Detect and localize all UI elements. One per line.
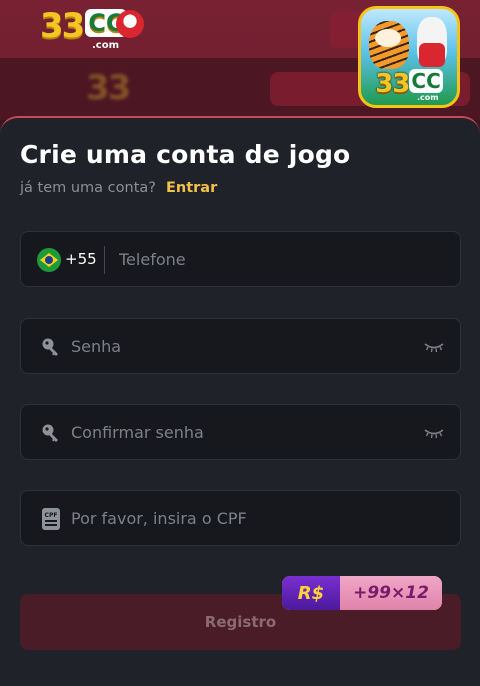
country-code[interactable]: +55: [65, 250, 97, 268]
background-logo-blurred: 33: [86, 68, 131, 108]
login-link[interactable]: Entrar: [166, 180, 217, 196]
divider: [104, 246, 105, 274]
eye-closed-icon[interactable]: [424, 341, 444, 353]
tiger-face: [375, 29, 401, 47]
app-icon[interactable]: 33 CC .com: [358, 6, 460, 108]
phone-input[interactable]: [119, 232, 439, 286]
login-prompt: já tem uma conta? Entrar: [20, 180, 217, 196]
password-input[interactable]: [71, 319, 411, 373]
key-icon: [42, 424, 58, 442]
rabbit-suit: [419, 43, 445, 67]
brazil-flag-icon[interactable]: [37, 248, 61, 272]
eye-closed-icon[interactable]: [424, 427, 444, 439]
santa-hat-icon: [116, 10, 144, 38]
page-title: Crie uma conta de jogo: [20, 140, 351, 169]
confirm-password-field: [20, 404, 461, 460]
password-field: [20, 318, 461, 374]
phone-field: +55: [20, 231, 461, 287]
key-icon: [42, 338, 58, 356]
register-sheet: Crie uma conta de jogo já tem uma conta?…: [0, 116, 480, 686]
cpf-field: CPF: [20, 490, 461, 546]
bonus-currency: R$: [282, 576, 340, 610]
brand-logo: 33 CC .com: [40, 6, 127, 51]
bonus-amount: +99×12: [340, 576, 442, 610]
cpf-card-icon: CPF: [42, 508, 60, 530]
bonus-badge: R$ +99×12: [282, 576, 442, 610]
confirm-password-input[interactable]: [71, 405, 411, 459]
login-prompt-text: já tem uma conta?: [20, 180, 156, 196]
app-icon-logo: 33 CC .com: [375, 69, 443, 102]
cpf-input[interactable]: [71, 491, 441, 545]
